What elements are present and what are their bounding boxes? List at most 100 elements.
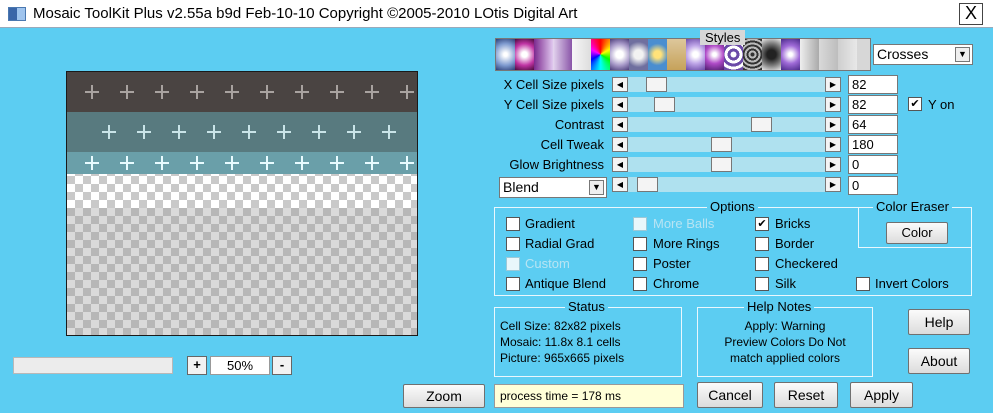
arrow-right-icon[interactable]: ▶ — [825, 157, 841, 172]
style-thumb-7[interactable] — [610, 39, 629, 70]
glow-brightness-slider[interactable]: ◀ ▶ — [612, 157, 841, 172]
zoom-in-button[interactable]: + — [187, 356, 207, 375]
style-thumb-1[interactable] — [496, 39, 515, 70]
y-cell-size-value[interactable]: 82 — [848, 95, 898, 114]
invert-colors-label: Invert Colors — [875, 276, 949, 291]
blend-slider[interactable]: ◀ ▶ — [612, 177, 841, 192]
y-cell-size-slider[interactable]: ◀ ▶ — [612, 97, 841, 112]
reset-button[interactable]: Reset — [774, 382, 838, 408]
apply-button[interactable]: Apply — [850, 382, 913, 408]
antique-blend-checkbox[interactable] — [506, 277, 520, 291]
status-cell-size: Cell Size: 82x82 pixels — [500, 319, 621, 333]
chrome-label: Chrome — [653, 276, 700, 291]
contrast-value[interactable]: 64 — [848, 115, 898, 134]
checkered-checkbox[interactable] — [755, 257, 769, 271]
border-checkbox[interactable] — [755, 237, 769, 251]
arrow-right-icon[interactable]: ▶ — [825, 177, 841, 192]
arrow-right-icon[interactable]: ▶ — [825, 77, 841, 92]
style-thumb-9[interactable] — [648, 39, 667, 70]
cancel-button[interactable]: Cancel — [697, 382, 763, 408]
custom-label: Custom — [525, 256, 570, 271]
silk-checkbox[interactable] — [755, 277, 769, 291]
poster-checkbox[interactable] — [633, 257, 647, 271]
contrast-slider[interactable]: ◀ ▶ — [612, 117, 841, 132]
sparkle-icon — [382, 125, 396, 139]
poster-label: Poster — [653, 256, 691, 271]
arrow-left-icon[interactable]: ◀ — [612, 97, 628, 112]
style-thumb-15[interactable] — [762, 39, 781, 70]
arrow-right-icon[interactable]: ▶ — [825, 137, 841, 152]
checkered-label: Checkered — [775, 256, 838, 271]
about-button[interactable]: About — [908, 348, 970, 374]
arrow-left-icon[interactable]: ◀ — [612, 177, 628, 192]
styles-label: Styles — [700, 30, 746, 45]
style-thumb-18[interactable] — [819, 39, 838, 70]
sparkle-icon — [225, 85, 239, 99]
zoom-out-button[interactable]: - — [272, 356, 292, 375]
chevron-down-icon[interactable]: ▼ — [589, 180, 604, 195]
style-thumb-17[interactable] — [800, 39, 819, 70]
help-button[interactable]: Help — [908, 309, 970, 335]
gradient-checkbox[interactable] — [506, 217, 520, 231]
style-thumb-16[interactable] — [781, 39, 800, 70]
y-cell-size-thumb[interactable] — [654, 97, 675, 112]
sparkle-icon — [400, 156, 414, 170]
glow-brightness-value[interactable]: 0 — [848, 155, 898, 174]
blend-thumb[interactable] — [637, 177, 658, 192]
x-cell-size-slider[interactable]: ◀ ▶ — [612, 77, 841, 92]
help-note-line: match applied colors — [729, 351, 841, 365]
styles-strip[interactable] — [495, 38, 871, 71]
style-thumb-10[interactable] — [667, 39, 686, 70]
style-select-value: Crosses — [877, 46, 929, 62]
style-thumb-5[interactable] — [572, 39, 591, 70]
custom-checkbox[interactable] — [506, 257, 520, 271]
style-thumb-4[interactable] — [553, 39, 572, 70]
color-button[interactable]: Color — [886, 222, 948, 244]
sparkle-icon — [190, 156, 204, 170]
arrow-left-icon[interactable]: ◀ — [612, 77, 628, 92]
blend-select[interactable]: Blend ▼ — [499, 177, 607, 198]
gradient-label: Gradient — [525, 216, 575, 231]
sparkle-icon — [120, 156, 134, 170]
bricks-checkbox[interactable]: ✔ — [755, 217, 769, 231]
sparkle-icon — [85, 85, 99, 99]
style-thumb-19[interactable] — [838, 39, 857, 70]
cell-tweak-slider[interactable]: ◀ ▶ — [612, 137, 841, 152]
sparkle-icon — [190, 85, 204, 99]
invert-colors-checkbox[interactable] — [856, 277, 870, 291]
help-notes-lines: Apply: Warning Preview Colors Do Not mat… — [700, 318, 870, 366]
style-thumb-14[interactable] — [743, 39, 762, 70]
contrast-thumb[interactable] — [751, 117, 772, 132]
cell-tweak-value[interactable]: 180 — [848, 135, 898, 154]
x-cell-size-value[interactable]: 82 — [848, 75, 898, 94]
close-button[interactable]: X — [959, 3, 983, 25]
arrow-left-icon[interactable]: ◀ — [612, 117, 628, 132]
style-thumb-6[interactable] — [591, 39, 610, 70]
arrow-left-icon[interactable]: ◀ — [612, 157, 628, 172]
zoom-button[interactable]: Zoom — [403, 384, 485, 408]
style-thumb-3[interactable] — [534, 39, 553, 70]
arrow-right-icon[interactable]: ▶ — [825, 97, 841, 112]
radial-grad-checkbox[interactable] — [506, 237, 520, 251]
help-note-line: Preview Colors Do Not — [724, 335, 846, 349]
zoom-value: 50% — [210, 356, 270, 375]
zoom-progress-track — [13, 357, 173, 374]
sparkle-icon — [172, 125, 186, 139]
sparkle-icon — [242, 125, 256, 139]
more-balls-checkbox[interactable] — [633, 217, 647, 231]
style-thumb-2[interactable] — [515, 39, 534, 70]
style-thumb-8[interactable] — [629, 39, 648, 70]
chevron-down-icon[interactable]: ▼ — [955, 47, 970, 62]
glow-brightness-thumb[interactable] — [711, 157, 732, 172]
window-title: Mosaic ToolKit Plus v2.55a b9d Feb-10-10… — [33, 5, 578, 22]
x-cell-size-thumb[interactable] — [646, 77, 667, 92]
chrome-checkbox[interactable] — [633, 277, 647, 291]
cell-tweak-thumb[interactable] — [711, 137, 732, 152]
status-title: Status — [565, 299, 608, 314]
y-on-checkbox[interactable]: ✔ — [908, 97, 922, 111]
arrow-left-icon[interactable]: ◀ — [612, 137, 628, 152]
more-rings-checkbox[interactable] — [633, 237, 647, 251]
arrow-right-icon[interactable]: ▶ — [825, 117, 841, 132]
blend-value[interactable]: 0 — [848, 176, 898, 195]
style-select[interactable]: Crosses ▼ — [873, 44, 973, 65]
